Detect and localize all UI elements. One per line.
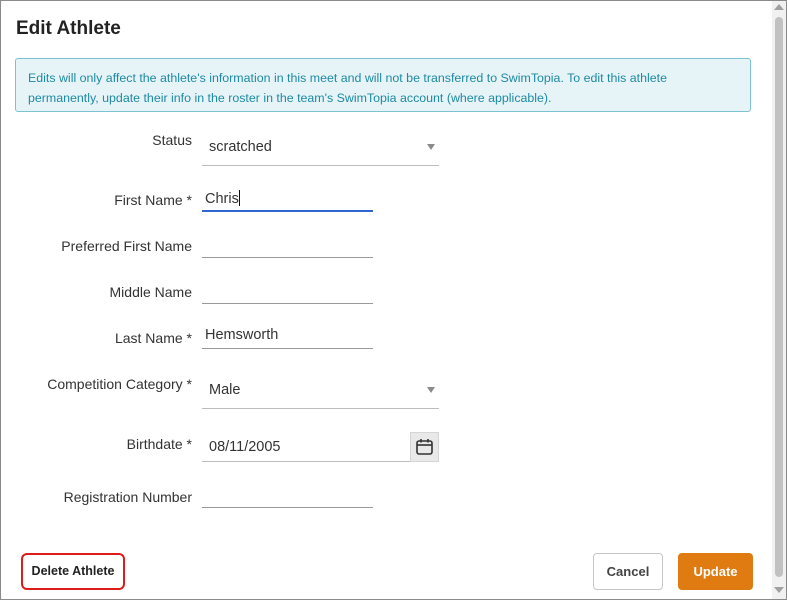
scroll-down-arrow-icon[interactable] — [774, 587, 784, 593]
text-cursor — [238, 190, 240, 206]
last-name-label: Last Name * — [114, 330, 192, 346]
chevron-down-icon — [427, 144, 435, 150]
scrollbar[interactable] — [772, 1, 786, 599]
preferred-first-name-label: Preferred First Name — [61, 238, 192, 254]
scroll-thumb[interactable] — [775, 17, 783, 577]
delete-athlete-button[interactable]: Delete Athlete — [21, 553, 125, 590]
update-button[interactable]: Update — [678, 553, 753, 590]
registration-number-input[interactable] — [202, 484, 373, 508]
first-name-input[interactable]: Chris — [202, 188, 373, 212]
status-value: scratched — [209, 139, 272, 155]
calendar-icon — [416, 439, 433, 455]
chevron-down-icon — [427, 387, 435, 393]
middle-name-label: Middle Name — [109, 284, 192, 300]
dialog-title: Edit Athlete — [16, 18, 121, 39]
calendar-button[interactable] — [410, 432, 439, 462]
edit-athlete-dialog: Edit Athlete Edits will only affect the … — [0, 0, 787, 600]
competition-category-value: Male — [209, 382, 241, 398]
preferred-first-name-input[interactable] — [202, 234, 373, 258]
birthdate-input[interactable]: 08/11/2005 — [202, 432, 439, 462]
first-name-label: First Name * — [114, 192, 192, 208]
cancel-button[interactable]: Cancel — [593, 553, 663, 590]
competition-category-select[interactable]: Male — [202, 373, 439, 409]
competition-category-label: Competition Category * — [47, 376, 192, 392]
middle-name-input[interactable] — [202, 280, 373, 304]
first-name-value: Chris — [205, 191, 239, 207]
registration-number-label: Registration Number — [63, 489, 192, 505]
last-name-input[interactable]: Hemsworth — [202, 325, 373, 349]
scroll-up-arrow-icon[interactable] — [774, 4, 784, 10]
info-alert: Edits will only affect the athlete's inf… — [15, 58, 751, 112]
birthdate-value: 08/11/2005 — [209, 439, 281, 455]
status-label: Status — [152, 132, 192, 148]
birthdate-label: Birthdate * — [126, 436, 192, 452]
last-name-value: Hemsworth — [205, 327, 279, 343]
status-select[interactable]: scratched — [202, 130, 439, 166]
